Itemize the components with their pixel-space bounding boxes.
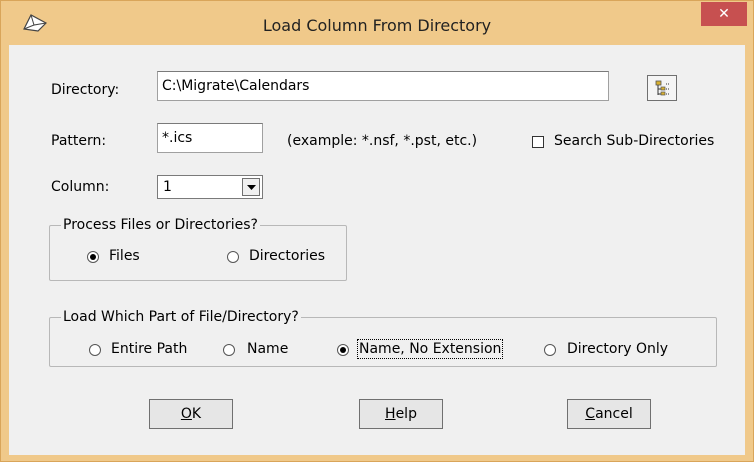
directory-input[interactable] <box>157 71 609 101</box>
column-dropdown-button[interactable] <box>242 178 260 196</box>
search-subdirectories-label[interactable]: Search Sub-Directories <box>554 133 714 149</box>
name-radio[interactable] <box>223 344 235 356</box>
ok-label-rest: K <box>191 406 202 422</box>
pattern-label: Pattern: <box>51 133 107 149</box>
dialog-window: Load Column From Directory ✕ Directory: … <box>0 0 754 462</box>
name-radio-label[interactable]: Name <box>247 341 288 357</box>
browse-button[interactable] <box>647 75 677 101</box>
help-accelerator: H <box>385 406 396 422</box>
pattern-input[interactable] <box>157 123 263 153</box>
name-no-extension-radio-label[interactable]: Name, No Extension <box>356 339 504 359</box>
load-part-group-legend: Load Which Part of File/Directory? <box>61 309 301 325</box>
chevron-down-icon <box>247 185 256 190</box>
ok-button[interactable]: OK <box>149 399 233 429</box>
column-select-value: 1 <box>163 179 172 195</box>
entire-path-radio-label[interactable]: Entire Path <box>111 341 187 357</box>
column-select[interactable]: 1 <box>157 175 263 199</box>
files-radio[interactable] <box>87 251 99 263</box>
files-radio-label[interactable]: Files <box>109 248 140 264</box>
entire-path-radio[interactable] <box>89 344 101 356</box>
window-title: Load Column From Directory <box>262 16 492 35</box>
title-bar[interactable]: Load Column From Directory ✕ <box>1 1 753 45</box>
process-group-legend: Process Files or Directories? <box>61 217 260 233</box>
directories-radio-label[interactable]: Directories <box>249 248 325 264</box>
directory-only-radio[interactable] <box>544 344 556 356</box>
name-no-extension-radio[interactable] <box>337 344 349 356</box>
cancel-label-rest: ancel <box>595 406 633 422</box>
cancel-accelerator: C <box>585 406 596 422</box>
cancel-button[interactable]: Cancel <box>567 399 651 429</box>
pattern-example: (example: *.nsf, *.pst, etc.) <box>287 133 478 149</box>
help-label-rest: elp <box>395 406 417 422</box>
directory-only-radio-label[interactable]: Directory Only <box>567 341 668 357</box>
search-subdirectories-checkbox[interactable] <box>532 136 544 148</box>
help-button[interactable]: Help <box>359 399 443 429</box>
dialog-body: Directory: Pattern: (example: *.nsf, *.p… <box>9 45 745 455</box>
directory-label: Directory: <box>51 82 120 98</box>
ok-accelerator: O <box>180 406 192 422</box>
column-label: Column: <box>51 179 110 195</box>
close-button[interactable]: ✕ <box>701 2 747 26</box>
folder-tree-icon <box>655 80 670 96</box>
directories-radio[interactable] <box>227 251 239 263</box>
